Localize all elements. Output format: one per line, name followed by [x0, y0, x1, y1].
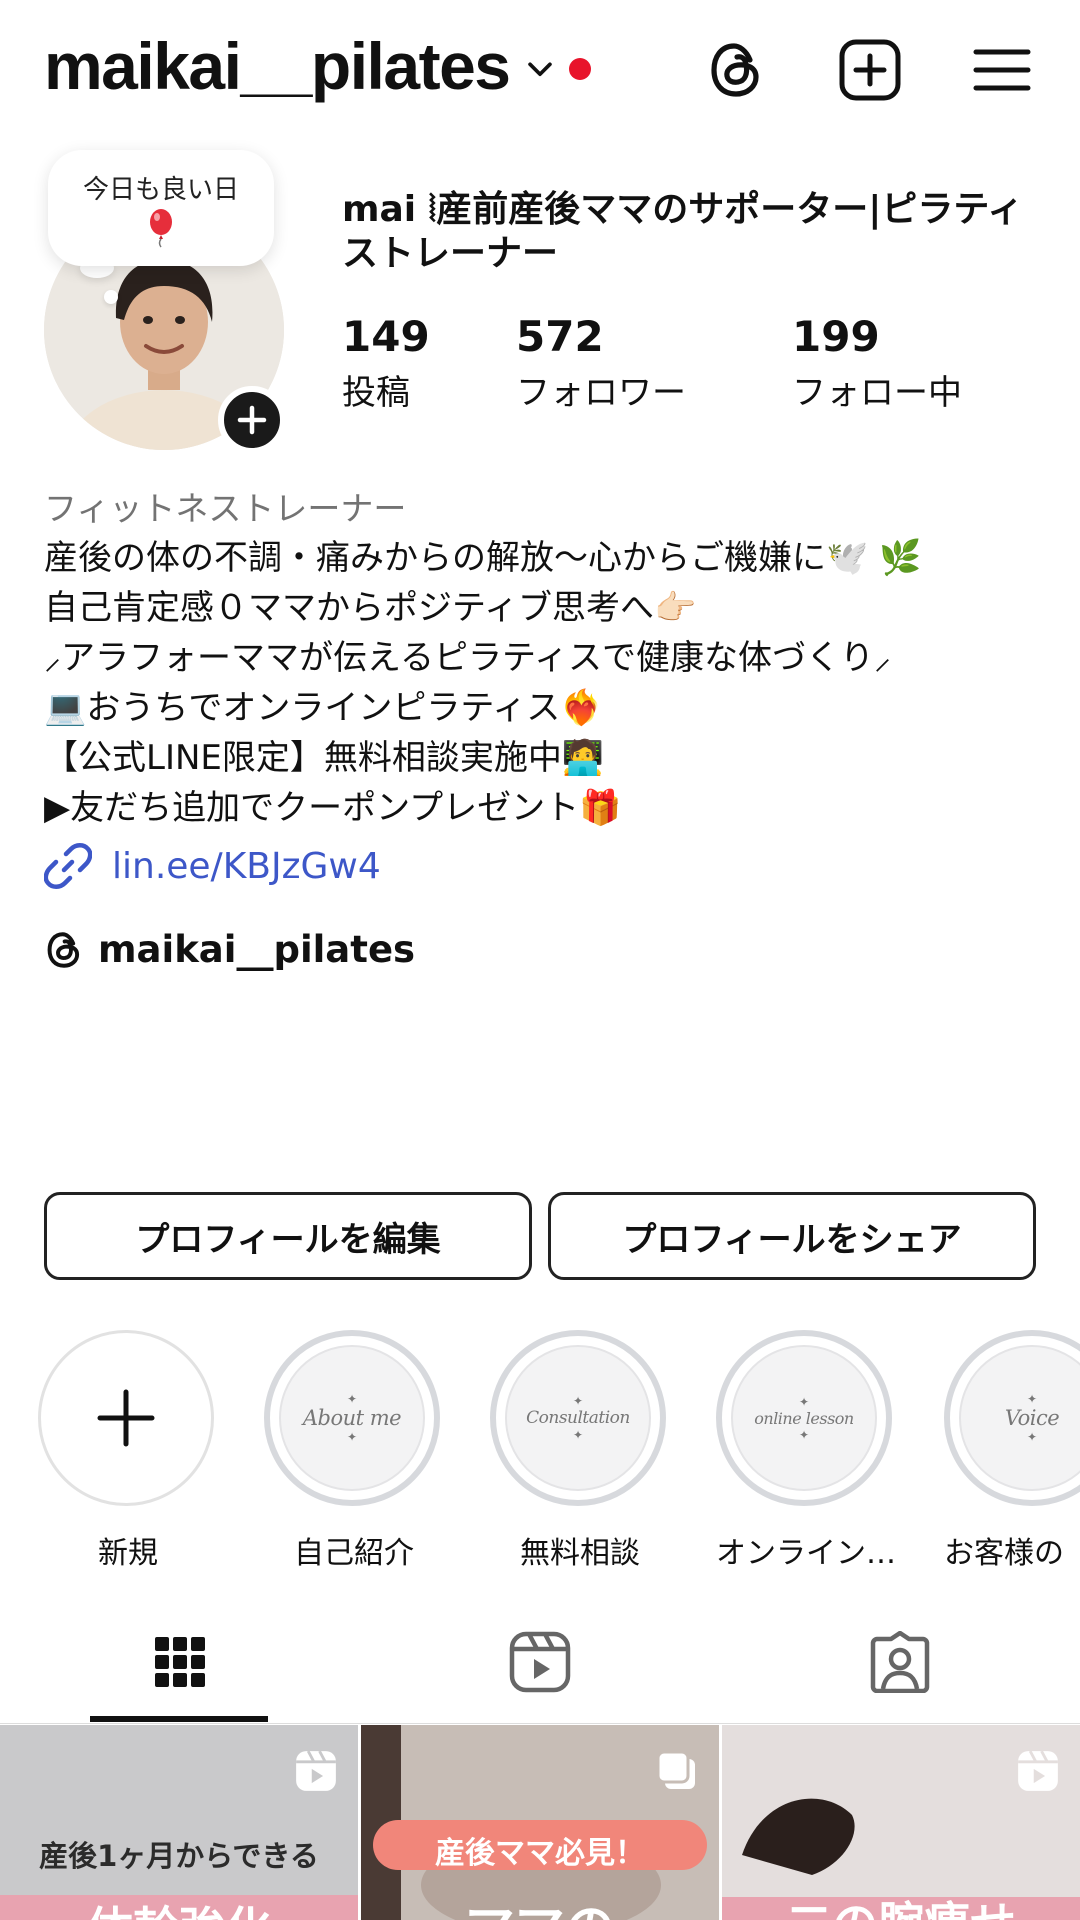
highlight-cover-text: Voice — [1004, 1406, 1060, 1430]
profile-note[interactable]: 今日も良い日 — [48, 150, 274, 266]
stat-followers[interactable]: 572 フォロワー — [516, 312, 686, 414]
post-thumbnail[interactable]: 産後ママ必見！ ママの — [361, 1725, 719, 1920]
profile-tabs — [0, 1600, 1080, 1724]
sparkle-icon: ✦ — [572, 1428, 584, 1442]
menu-button[interactable] — [966, 34, 1038, 106]
reels-icon — [509, 1631, 571, 1693]
post-caption-bottom: 体幹強化 — [0, 1893, 358, 1920]
post-caption-bottom: 二の腕痩せ — [722, 1888, 1080, 1920]
stat-posts-label: 投稿 — [342, 373, 410, 413]
threads-button[interactable] — [700, 34, 772, 106]
display-name-line1: mai ⦚産前産後ママのサポーター|ピラティ — [342, 189, 1024, 230]
stat-followers-value: 572 — [516, 312, 604, 361]
bio-line: 【公式LINE限定】無料相談実施中🧑‍💻 — [44, 738, 605, 778]
stat-posts[interactable]: 149 投稿 — [342, 312, 430, 414]
username: maikai__pilates — [44, 29, 511, 103]
top-bar: maikai__pilates — [0, 0, 1080, 140]
highlight-cover-text: Consultation — [526, 1408, 630, 1428]
post-caption-bottom: ママの — [361, 1888, 719, 1920]
sparkle-icon: ✦ — [346, 1430, 358, 1444]
tab-posts-grid[interactable] — [0, 1600, 360, 1724]
highlight-about-me[interactable]: ✦ About me ✦ 自己紹介 — [264, 1330, 444, 1572]
balloon-icon — [150, 208, 172, 247]
stat-following-label: フォロー中 — [792, 373, 962, 413]
bio-line: 💻おうちでオンラインピラティス❤️‍🔥 — [44, 688, 603, 728]
post-caption-top: 産後1ヶ月からできる — [39, 1839, 319, 1873]
bio-link[interactable]: lin.ee/KBJzGw4 — [44, 842, 381, 890]
threads-profile-link[interactable]: maikai__pilates — [44, 928, 415, 971]
account-switcher[interactable]: maikai__pilates — [44, 28, 592, 104]
post-thumbnail[interactable]: 二の腕痩せ — [722, 1725, 1080, 1920]
tagged-icon — [870, 1631, 930, 1693]
share-profile-button[interactable]: プロフィールをシェア — [548, 1192, 1036, 1280]
highlight-cover: ✦ online lesson ✦ — [731, 1345, 877, 1491]
new-post-button[interactable] — [834, 34, 906, 106]
threads-icon — [711, 43, 759, 97]
highlight-cover-text: About me — [302, 1406, 402, 1430]
highlight-label: 新規 — [98, 1536, 158, 1571]
highlight-cover: ✦ Voice ✦ — [959, 1345, 1080, 1491]
reels-icon — [1018, 1750, 1058, 1791]
new-post-icon — [839, 39, 901, 101]
bio-link-text: lin.ee/KBJzGw4 — [112, 845, 381, 887]
tab-reels[interactable] — [360, 1600, 720, 1724]
threads-icon — [47, 931, 80, 968]
post-caption-top: 産後ママ必見！ — [435, 1836, 645, 1871]
threads-handle: maikai__pilates — [98, 928, 416, 971]
sparkle-icon: ✦ — [798, 1427, 810, 1442]
active-tab-indicator — [90, 1716, 268, 1722]
note-text: 今日も良い日 — [82, 174, 239, 205]
sparkle-icon: ✦ — [1026, 1430, 1038, 1444]
post-badge — [1014, 1747, 1062, 1795]
reels-icon — [296, 1750, 336, 1791]
stat-following-value: 199 — [792, 312, 880, 361]
link-icon — [44, 843, 92, 889]
highlight-ring: ✦ online lesson ✦ — [716, 1330, 892, 1506]
bio-line: ︎⸝アラフォーママが伝えるピラティスで健康な体づくり⸝ — [44, 638, 891, 678]
sparkle-icon: ✦ — [572, 1394, 584, 1408]
highlight-voice[interactable]: ✦ Voice ✦ お客様の — [944, 1330, 1080, 1572]
plus-icon — [237, 405, 267, 435]
grid-icon — [155, 1637, 205, 1687]
stat-following[interactable]: 199 フォロー中 — [792, 312, 962, 414]
post-badge — [653, 1747, 701, 1795]
note-bubble-tail-small — [104, 290, 118, 304]
stat-posts-value: 149 — [342, 312, 430, 361]
highlight-cover-text: online lesson — [754, 1408, 854, 1428]
profile-category: フィットネストレーナー — [44, 489, 407, 528]
menu-icon — [973, 49, 1031, 91]
sparkle-icon: ✦ — [798, 1394, 810, 1409]
carousel-icon — [656, 1750, 695, 1789]
post-badge — [292, 1747, 340, 1795]
bio-line: 産後の体の不調・痛みからの解放〜心からご機嫌に🕊️ 🌿 — [44, 538, 922, 578]
plus-icon — [97, 1389, 155, 1447]
highlight-ring: ✦ Voice ✦ — [944, 1330, 1080, 1506]
highlight-cover: ✦ Consultation ✦ — [505, 1345, 651, 1491]
chevron-down-icon — [528, 62, 553, 77]
highlight-label: 自己紹介 — [294, 1536, 414, 1571]
bio-line: 自己肯定感０ママからポジティブ思考へ👉🏻 — [44, 588, 697, 628]
tab-tagged[interactable] — [720, 1600, 1080, 1724]
highlight-label: オンライン… — [716, 1536, 896, 1571]
add-story-button[interactable] — [218, 386, 286, 454]
highlight-ring: ✦ About me ✦ — [264, 1330, 440, 1506]
highlight-online-lesson[interactable]: ✦ online lesson ✦ オンライン… — [716, 1330, 896, 1572]
highlight-label: 無料相談 — [520, 1536, 640, 1571]
display-name: mai ⦚産前産後ママのサポーター|ピラティ ストレーナー — [342, 188, 1042, 276]
highlight-new[interactable]: 新規 — [38, 1330, 218, 1572]
bio-line: ▶︎友だち追加でクーポンプレゼント🎁 — [44, 788, 622, 828]
stat-followers-label: フォロワー — [516, 373, 686, 413]
highlight-ring — [38, 1330, 214, 1506]
highlight-label: お客様の — [944, 1536, 1064, 1571]
edit-profile-button[interactable]: プロフィールを編集 — [44, 1192, 532, 1280]
sparkle-icon: ✦ — [346, 1392, 358, 1406]
bio: フィットネストレーナー 産後の体の不調・痛みからの解放〜心からご機嫌に🕊️ 🌿 … — [44, 482, 1054, 830]
highlight-ring: ✦ Consultation ✦ — [490, 1330, 666, 1506]
notification-dot — [569, 58, 592, 80]
highlight-cover: ✦ About me ✦ — [279, 1345, 425, 1491]
sparkle-icon: ✦ — [1026, 1392, 1038, 1406]
display-name-line2: ストレーナー — [342, 233, 559, 274]
post-thumbnail[interactable]: 産後1ヶ月からできる 体幹強化 — [0, 1725, 358, 1920]
highlight-consultation[interactable]: ✦ Consultation ✦ 無料相談 — [490, 1330, 670, 1572]
